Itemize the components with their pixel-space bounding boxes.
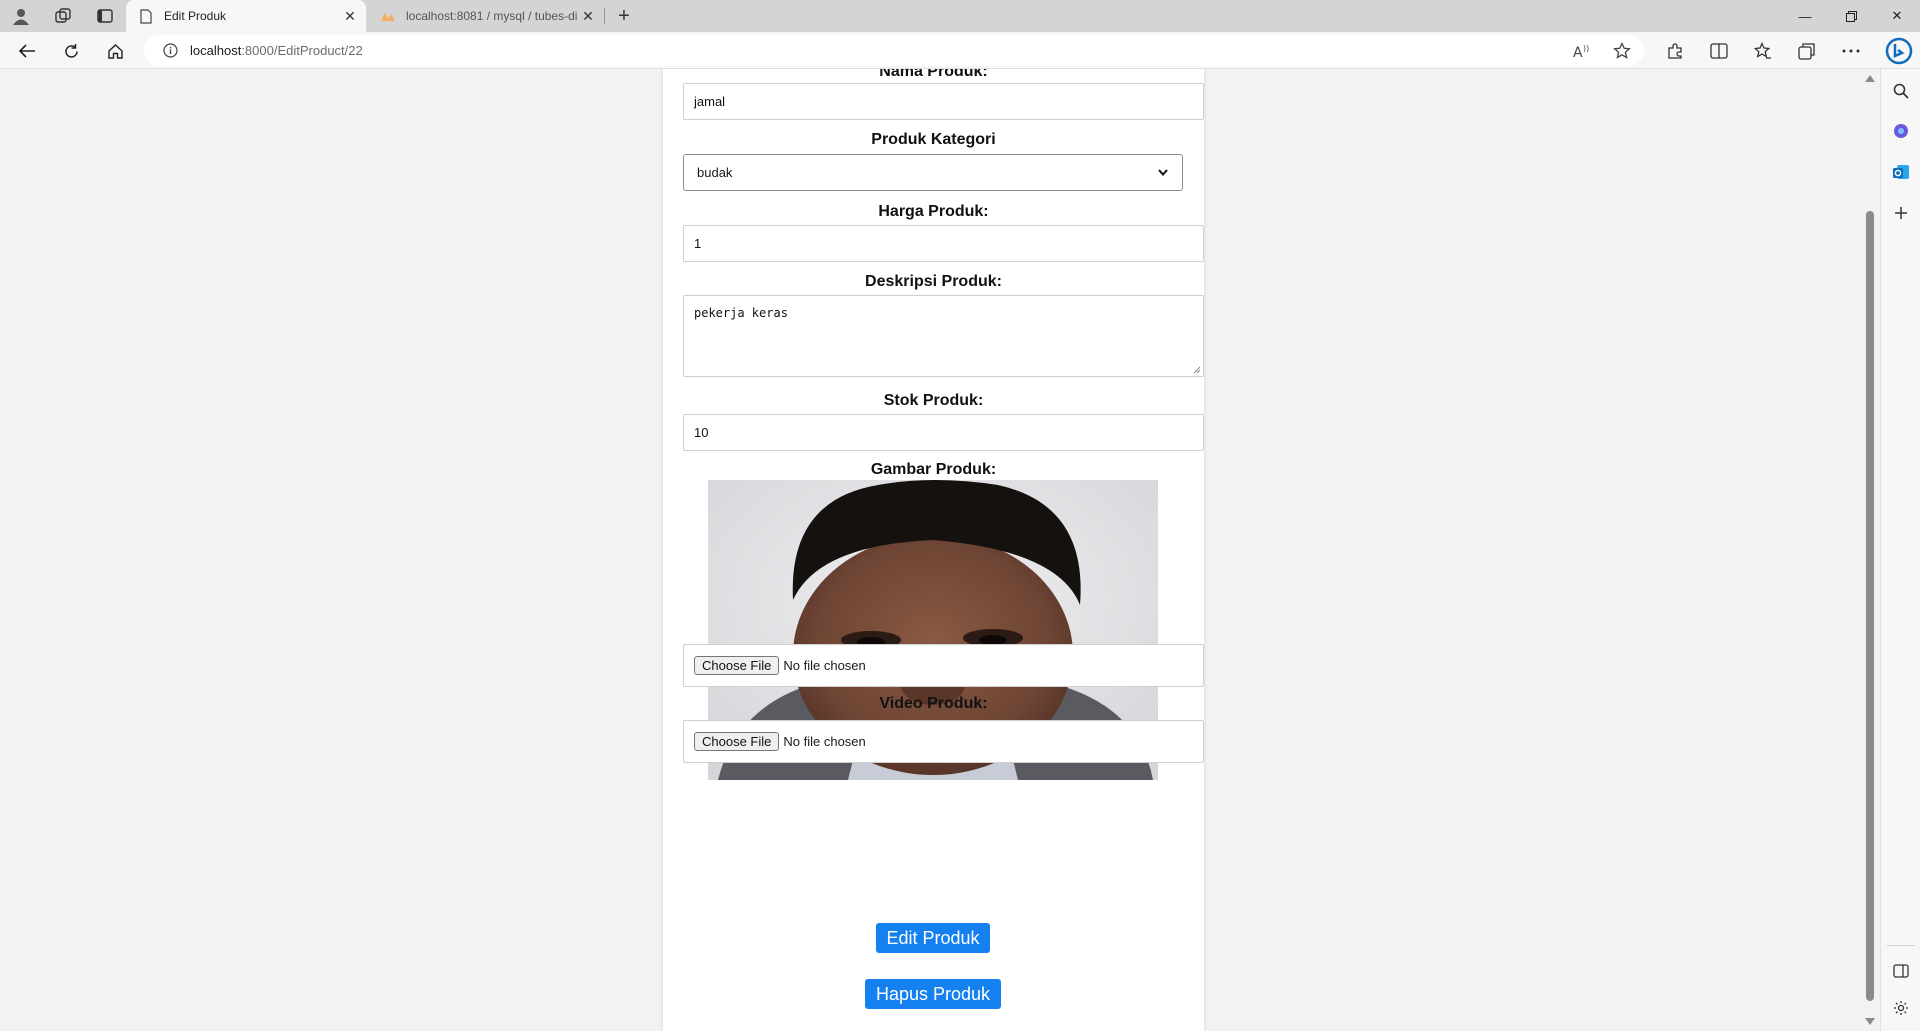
page-icon: [138, 8, 154, 24]
home-icon[interactable]: [100, 36, 130, 66]
read-aloud-icon[interactable]: A)): [1570, 39, 1594, 63]
video-file-input[interactable]: Choose File No file chosen: [683, 720, 1204, 763]
harga-produk-label: Harga Produk:: [878, 203, 989, 220]
title-bar: Edit Produk ✕ localhost:8081 / mysql / t…: [0, 0, 1920, 32]
restore-icon[interactable]: [1828, 0, 1874, 32]
gambar-file-input[interactable]: Choose File No file chosen: [683, 644, 1204, 687]
new-tab-icon[interactable]: +: [612, 4, 636, 28]
scroll-down-arrow-icon[interactable]: [1865, 1018, 1875, 1025]
minimize-icon[interactable]: —: [1782, 0, 1828, 32]
harga-produk-input[interactable]: 1: [683, 225, 1204, 262]
tab-divider: [604, 8, 605, 24]
video-produk-label: Video Produk:: [879, 695, 988, 712]
info-icon[interactable]: [160, 41, 180, 61]
chevron-down-icon: [1157, 167, 1169, 179]
deskripsi-produk-textarea[interactable]: pekerja keras: [683, 295, 1204, 377]
gambar-produk-label: Gambar Produk:: [870, 461, 997, 478]
resize-handle-icon[interactable]: [1193, 366, 1201, 374]
stok-produk-input[interactable]: 10: [683, 414, 1204, 451]
gambar-choose-file-button[interactable]: Choose File: [694, 656, 780, 675]
page-viewport: Nama Produk: jamal Produk Kategori budak…: [0, 69, 1861, 1031]
sidebar-toggle-icon[interactable]: [1889, 959, 1913, 983]
close-tab-icon[interactable]: ✕: [578, 6, 598, 26]
hapus-produk-button[interactable]: Hapus Produk: [865, 979, 1001, 1009]
deskripsi-text: pekerja keras: [694, 306, 788, 320]
edge-sidebar: [1880, 69, 1920, 1031]
browser-toolbar: localhost:8000/EditProduct/22 A)): [0, 32, 1920, 69]
copilot-icon[interactable]: [1884, 36, 1914, 66]
sidebar-divider: [1887, 945, 1915, 946]
back-icon[interactable]: [12, 36, 42, 66]
star-icon[interactable]: [1610, 39, 1634, 63]
scroll-thumb[interactable]: [1866, 211, 1874, 1001]
stok-produk-label: Stok Produk:: [883, 392, 984, 409]
deskripsi-produk-label: Deskripsi Produk:: [865, 273, 1002, 290]
collections-icon[interactable]: [1795, 39, 1819, 63]
video-choose-file-button[interactable]: Choose File: [694, 732, 780, 751]
tab-title: Edit Produk: [164, 9, 227, 23]
split-screen-icon[interactable]: [1707, 39, 1731, 63]
refresh-icon[interactable]: [56, 36, 86, 66]
add-icon[interactable]: [1889, 201, 1913, 225]
produk-kategori-select[interactable]: budak: [683, 154, 1183, 191]
favorites-icon[interactable]: [1751, 39, 1775, 63]
scroll-up-arrow-icon[interactable]: [1865, 75, 1875, 82]
tab-edit-produk[interactable]: Edit Produk ✕: [126, 0, 366, 32]
gambar-file-status: No file chosen: [783, 658, 866, 673]
extensions-icon[interactable]: [1663, 39, 1687, 63]
produk-kategori-label: Produk Kategori: [871, 131, 996, 148]
close-window-icon[interactable]: ✕: [1874, 0, 1920, 32]
page-scrollbar[interactable]: [1861, 69, 1880, 1031]
settings-gear-icon[interactable]: [1889, 996, 1913, 1020]
tab-title: localhost:8081 / mysql / tubes-di: [406, 9, 578, 23]
address-bar[interactable]: localhost:8000/EditProduct/22: [144, 35, 1644, 66]
edit-product-form: Nama Produk: jamal Produk Kategori budak…: [663, 69, 1204, 1031]
outlook-icon[interactable]: [1889, 160, 1913, 184]
close-tab-icon[interactable]: ✕: [340, 6, 360, 26]
profile-icon[interactable]: [10, 6, 32, 26]
selected-category: budak: [697, 165, 733, 180]
video-file-status: No file chosen: [783, 734, 866, 749]
tools-icon[interactable]: [1889, 119, 1913, 143]
tab-actions-icon[interactable]: [94, 6, 116, 26]
workspaces-icon[interactable]: [52, 6, 74, 26]
url-text[interactable]: localhost:8000/EditProduct/22: [190, 43, 363, 58]
nama-produk-input[interactable]: jamal: [683, 83, 1204, 120]
edit-produk-button[interactable]: Edit Produk: [876, 923, 990, 953]
svg-text:)): )): [1583, 44, 1589, 53]
nama-produk-label: Nama Produk:: [879, 69, 988, 80]
more-icon[interactable]: [1839, 39, 1863, 63]
search-icon[interactable]: [1889, 79, 1913, 103]
phpmyadmin-icon: [380, 8, 396, 24]
svg-text:A: A: [1573, 45, 1583, 59]
tab-phpmyadmin[interactable]: localhost:8081 / mysql / tubes-di ✕: [372, 0, 604, 32]
